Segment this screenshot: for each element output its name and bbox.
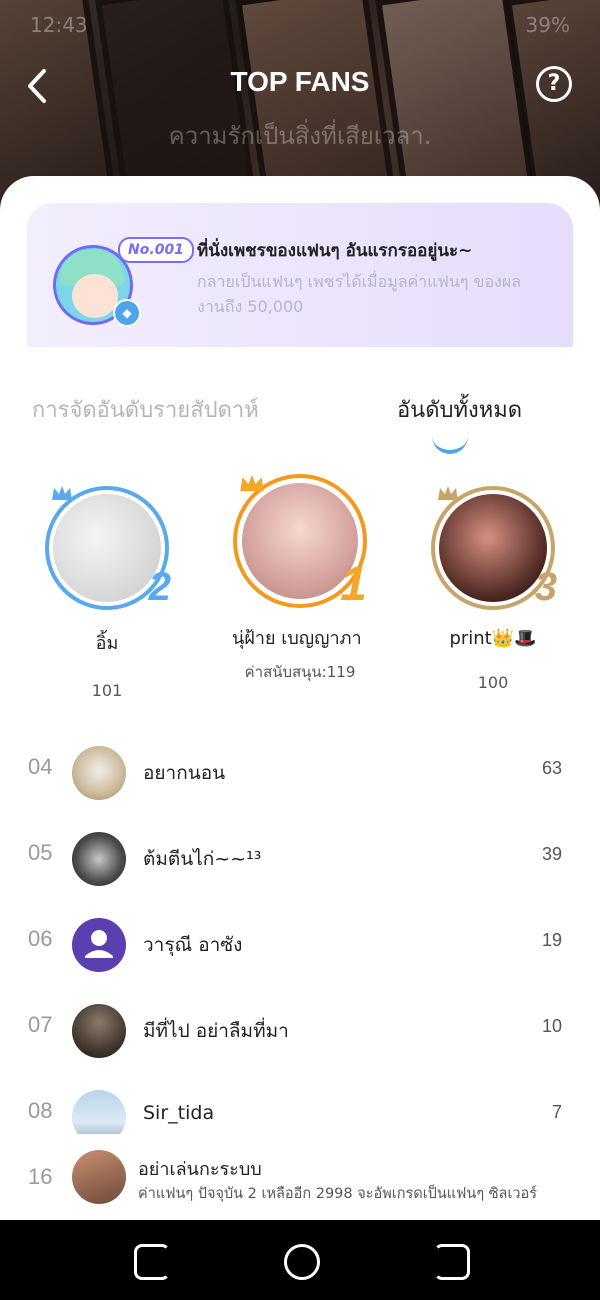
podium-value: 101 xyxy=(91,681,123,700)
rank-badge: No.001 xyxy=(118,237,194,263)
active-tab-indicator xyxy=(432,436,468,454)
avatar xyxy=(72,1004,126,1058)
leaderboard-sheet: ◆ No.001 ที่นั่งเพชรของแฟนๆ อันแรกรออยู่… xyxy=(0,176,600,1221)
list-item[interactable]: 08 Sir_tida 7 xyxy=(0,1068,600,1134)
podium-second[interactable]: 2 อิ้ม 101 xyxy=(42,486,172,700)
banner-description: กลายเป็นแฟนๆ เพชรได้เมื่อมูลค่าแฟนๆ ของผ… xyxy=(197,272,522,316)
list-item[interactable]: 07 มีที่ไป อย่าลืมที่มา 10 xyxy=(0,982,600,1068)
status-bar: 12:43 39% xyxy=(30,10,570,40)
rank-number: 08 xyxy=(28,1098,53,1123)
tagline: ความรักเป็นสิ่งที่เสียเวลา. xyxy=(168,122,432,150)
rank-number: 1 xyxy=(340,558,367,611)
fan-value: 39 xyxy=(541,844,562,864)
my-name: อย่าเล่นกะระบบ xyxy=(138,1159,262,1180)
fan-name: วารุณี อาซัง xyxy=(143,934,243,956)
fan-value: 7 xyxy=(551,1102,562,1122)
avatar xyxy=(72,1150,126,1204)
crown-icon xyxy=(52,486,72,500)
fan-name: ต้มตีนไก่~~¹³ xyxy=(143,848,262,870)
avatar xyxy=(72,918,126,972)
ranking-list: 04 อยากนอน 63 05 ต้มตีนไก่~~¹³ 39 06 วาร… xyxy=(0,724,600,1134)
rank-number: 07 xyxy=(28,1012,53,1037)
avatar xyxy=(72,832,126,886)
rank-number: 06 xyxy=(28,926,53,951)
crown-icon xyxy=(438,486,458,500)
podium-name: print👑🎩 xyxy=(449,628,537,649)
rank-number: 04 xyxy=(28,754,53,779)
fan-name: อยากนอน xyxy=(143,762,226,784)
status-time: 12:43 xyxy=(30,13,88,37)
rank-number: 3 xyxy=(534,565,557,609)
list-item[interactable]: 04 อยากนอน 63 xyxy=(0,724,600,810)
fan-value: 10 xyxy=(541,1016,562,1036)
help-button[interactable]: ? xyxy=(536,66,572,102)
rank-number: 05 xyxy=(28,840,53,865)
diamond-icon: ◆ xyxy=(113,299,141,327)
crown-icon xyxy=(240,474,264,492)
fan-name: มีที่ไป อย่าลืมที่มา xyxy=(143,1020,289,1042)
top-three-podium: 2 อิ้ม 101 1 นุ่ฝ้าย เบญญาภา ค่าสนับสนุน… xyxy=(0,474,600,714)
diamond-seat-banner[interactable]: ◆ No.001 ที่นั่งเพชรของแฟนๆ อันแรกรออยู่… xyxy=(27,203,573,347)
my-fan-progress: ค่าแฟนๆ ปัจจุบัน 2 เหลืออีก 2998 จะอัพเก… xyxy=(138,1186,538,1202)
my-rank-number: 16 xyxy=(28,1164,53,1189)
home-icon[interactable] xyxy=(284,1244,320,1280)
avatar xyxy=(72,746,126,800)
podium-value: 100 xyxy=(477,673,509,692)
system-nav-bar xyxy=(0,1220,600,1300)
back-icon[interactable] xyxy=(434,1244,470,1280)
rank-number: 2 xyxy=(148,565,171,609)
question-circle-icon: ? xyxy=(547,71,561,96)
tab-weekly[interactable]: การจัดอันดับรายสัปดาห์ xyxy=(32,392,259,427)
default-user-icon xyxy=(85,930,113,958)
podium-name: นุ่ฝ้าย เบญญาภา xyxy=(232,628,362,649)
avatar xyxy=(72,1090,126,1134)
ranking-tabs: การจัดอันดับรายสัปดาห์ อันดับทั้งหมด xyxy=(0,388,600,454)
podium-third[interactable]: 3 print👑🎩 100 xyxy=(428,486,558,692)
battery-level: 39% xyxy=(525,13,570,37)
podium-first[interactable]: 1 นุ่ฝ้าย เบญญาภา ค่าสนับสนุน:119 xyxy=(220,474,380,684)
avatar: 3 xyxy=(431,486,557,610)
avatar: 1 xyxy=(233,474,367,611)
my-rank-bar[interactable]: 16 อย่าเล่นกะระบบ ค่าแฟนๆ ปัจจุบัน 2 เหล… xyxy=(0,1136,600,1220)
fan-value: 63 xyxy=(541,758,562,778)
fan-value: 19 xyxy=(541,930,562,950)
podium-name: อิ้ม xyxy=(95,633,119,654)
podium-value: ค่าสนับสนุน:119 xyxy=(244,663,356,681)
recent-apps-icon[interactable] xyxy=(134,1244,170,1280)
banner-headline: ที่นั่งเพชรของแฟนๆ อันแรกรออยู่นะ~ xyxy=(197,241,473,261)
list-item[interactable]: 05 ต้มตีนไก่~~¹³ 39 xyxy=(0,810,600,896)
fan-name: Sir_tida xyxy=(143,1102,215,1124)
top-bar: TOP FANS ? xyxy=(0,60,600,110)
page-title: TOP FANS xyxy=(230,66,370,97)
tab-all-time[interactable]: อันดับทั้งหมด xyxy=(397,392,522,427)
avatar: 2 xyxy=(45,486,171,610)
list-item[interactable]: 06 วารุณี อาซัง 19 xyxy=(0,896,600,982)
